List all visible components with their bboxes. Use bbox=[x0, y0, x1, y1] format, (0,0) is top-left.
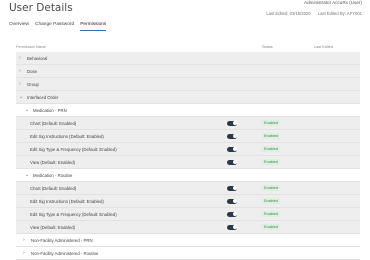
header-last-edited: Last Edited bbox=[314, 45, 333, 49]
chevron-right-icon: › bbox=[23, 237, 25, 243]
chevron-down-icon: ⌄ bbox=[25, 107, 30, 113]
permission-row: Edit Sig Type & Frequency (Default: Enab… bbox=[16, 143, 360, 156]
section-label: Medication - PRN bbox=[33, 107, 67, 113]
permission-row: Edit Sig Instructions (Default: Enabled)… bbox=[16, 195, 360, 208]
last-edited-by: Last Edited By: AFY001 bbox=[317, 11, 362, 16]
chevron-down-icon: ⌄ bbox=[25, 172, 30, 178]
chevron-down-icon: ⌄ bbox=[19, 94, 24, 100]
permission-row: Chart (Default: Enabled) Enabled bbox=[16, 182, 360, 195]
last-edited-info: Last Edited: 03/15/2020 Last Edited By: … bbox=[260, 11, 362, 16]
section-label: Non-Facility Administered - PRN bbox=[31, 237, 93, 243]
permission-row: View (Default: Enabled) Enabled bbox=[16, 156, 360, 169]
permission-row: Chart (Default: Enabled) Enabled bbox=[16, 117, 360, 130]
permission-toggle[interactable] bbox=[227, 185, 237, 191]
permissions-table: › Behavioral › Dose › Group ⌄ Interfaced… bbox=[16, 52, 360, 260]
section-row-non-facility-prn[interactable]: › Non-Facility Administered - PRN bbox=[16, 234, 360, 247]
tab-change-password[interactable]: Change Password bbox=[35, 22, 74, 31]
permission-label: Edit Sig Instructions (Default: Enabled) bbox=[30, 133, 104, 139]
chevron-right-icon: › bbox=[19, 68, 21, 74]
section-row-medication-prn[interactable]: ⌄ Medication - PRN bbox=[16, 104, 360, 117]
permission-label: Edit Sig Type & Frequency (Default: Enab… bbox=[30, 146, 117, 152]
section-label: Medication - Routine bbox=[33, 172, 73, 178]
page-title: User Details bbox=[9, 2, 73, 14]
tab-bar: Overview Change Password Permissions bbox=[9, 22, 107, 31]
category-label: Dose bbox=[27, 68, 38, 74]
category-row-dose[interactable]: › Dose bbox=[16, 65, 360, 78]
status-badge: Enabled bbox=[262, 211, 280, 217]
chevron-right-icon: › bbox=[23, 250, 25, 256]
tab-overview[interactable]: Overview bbox=[9, 22, 29, 31]
current-user-label: Administrator AccuRx (User) bbox=[304, 0, 362, 5]
category-row-behavioral[interactable]: › Behavioral bbox=[16, 52, 360, 65]
permission-label: Chart (Default: Enabled) bbox=[30, 185, 77, 191]
section-label: Non-Facility Administered - Routine bbox=[31, 250, 99, 256]
permission-row: Edit Sig Type & Frequency (Default: Enab… bbox=[16, 208, 360, 221]
permission-label: Edit Sig Type & Frequency (Default: Enab… bbox=[30, 211, 117, 217]
tab-permissions[interactable]: Permissions bbox=[80, 22, 107, 31]
chevron-right-icon: › bbox=[19, 55, 21, 61]
permission-row: Edit Sig Instructions (Default: Enabled)… bbox=[16, 130, 360, 143]
section-row-non-facility-routine[interactable]: › Non-Facility Administered - Routine bbox=[16, 247, 360, 260]
chevron-right-icon: › bbox=[19, 81, 21, 87]
permission-toggle[interactable] bbox=[227, 146, 237, 152]
status-badge: Enabled bbox=[262, 185, 280, 191]
permission-label: Edit Sig Instructions (Default: Enabled) bbox=[30, 198, 104, 204]
category-label: Group bbox=[27, 81, 39, 87]
category-label: Interfaced Order bbox=[27, 94, 59, 100]
permission-toggle[interactable] bbox=[227, 224, 237, 230]
last-edited-date: Last Edited: 03/15/2020 bbox=[266, 11, 311, 16]
status-badge: Enabled bbox=[262, 159, 280, 165]
permission-label: View (Default: Enabled) bbox=[30, 224, 76, 230]
header-status: Status bbox=[262, 45, 273, 49]
permission-toggle[interactable] bbox=[227, 211, 237, 217]
status-badge: Enabled bbox=[262, 120, 280, 126]
header-permission-name: Permission Name bbox=[16, 45, 46, 49]
permission-toggle[interactable] bbox=[227, 159, 237, 165]
permission-toggle[interactable] bbox=[227, 120, 237, 126]
status-badge: Enabled bbox=[262, 224, 280, 230]
section-row-medication-routine[interactable]: ⌄ Medication - Routine bbox=[16, 169, 360, 182]
permission-label: View (Default: Enabled) bbox=[30, 159, 76, 165]
permission-row: View (Default: Enabled) Enabled bbox=[16, 221, 360, 234]
permission-toggle[interactable] bbox=[227, 133, 237, 139]
permission-toggle[interactable] bbox=[227, 198, 237, 204]
permission-label: Chart (Default: Enabled) bbox=[30, 120, 77, 126]
status-badge: Enabled bbox=[262, 198, 280, 204]
status-badge: Enabled bbox=[262, 146, 280, 152]
status-badge: Enabled bbox=[262, 133, 280, 139]
category-label: Behavioral bbox=[27, 55, 48, 61]
category-row-group[interactable]: › Group bbox=[16, 78, 360, 91]
category-row-interfaced-order[interactable]: ⌄ Interfaced Order bbox=[16, 91, 360, 104]
